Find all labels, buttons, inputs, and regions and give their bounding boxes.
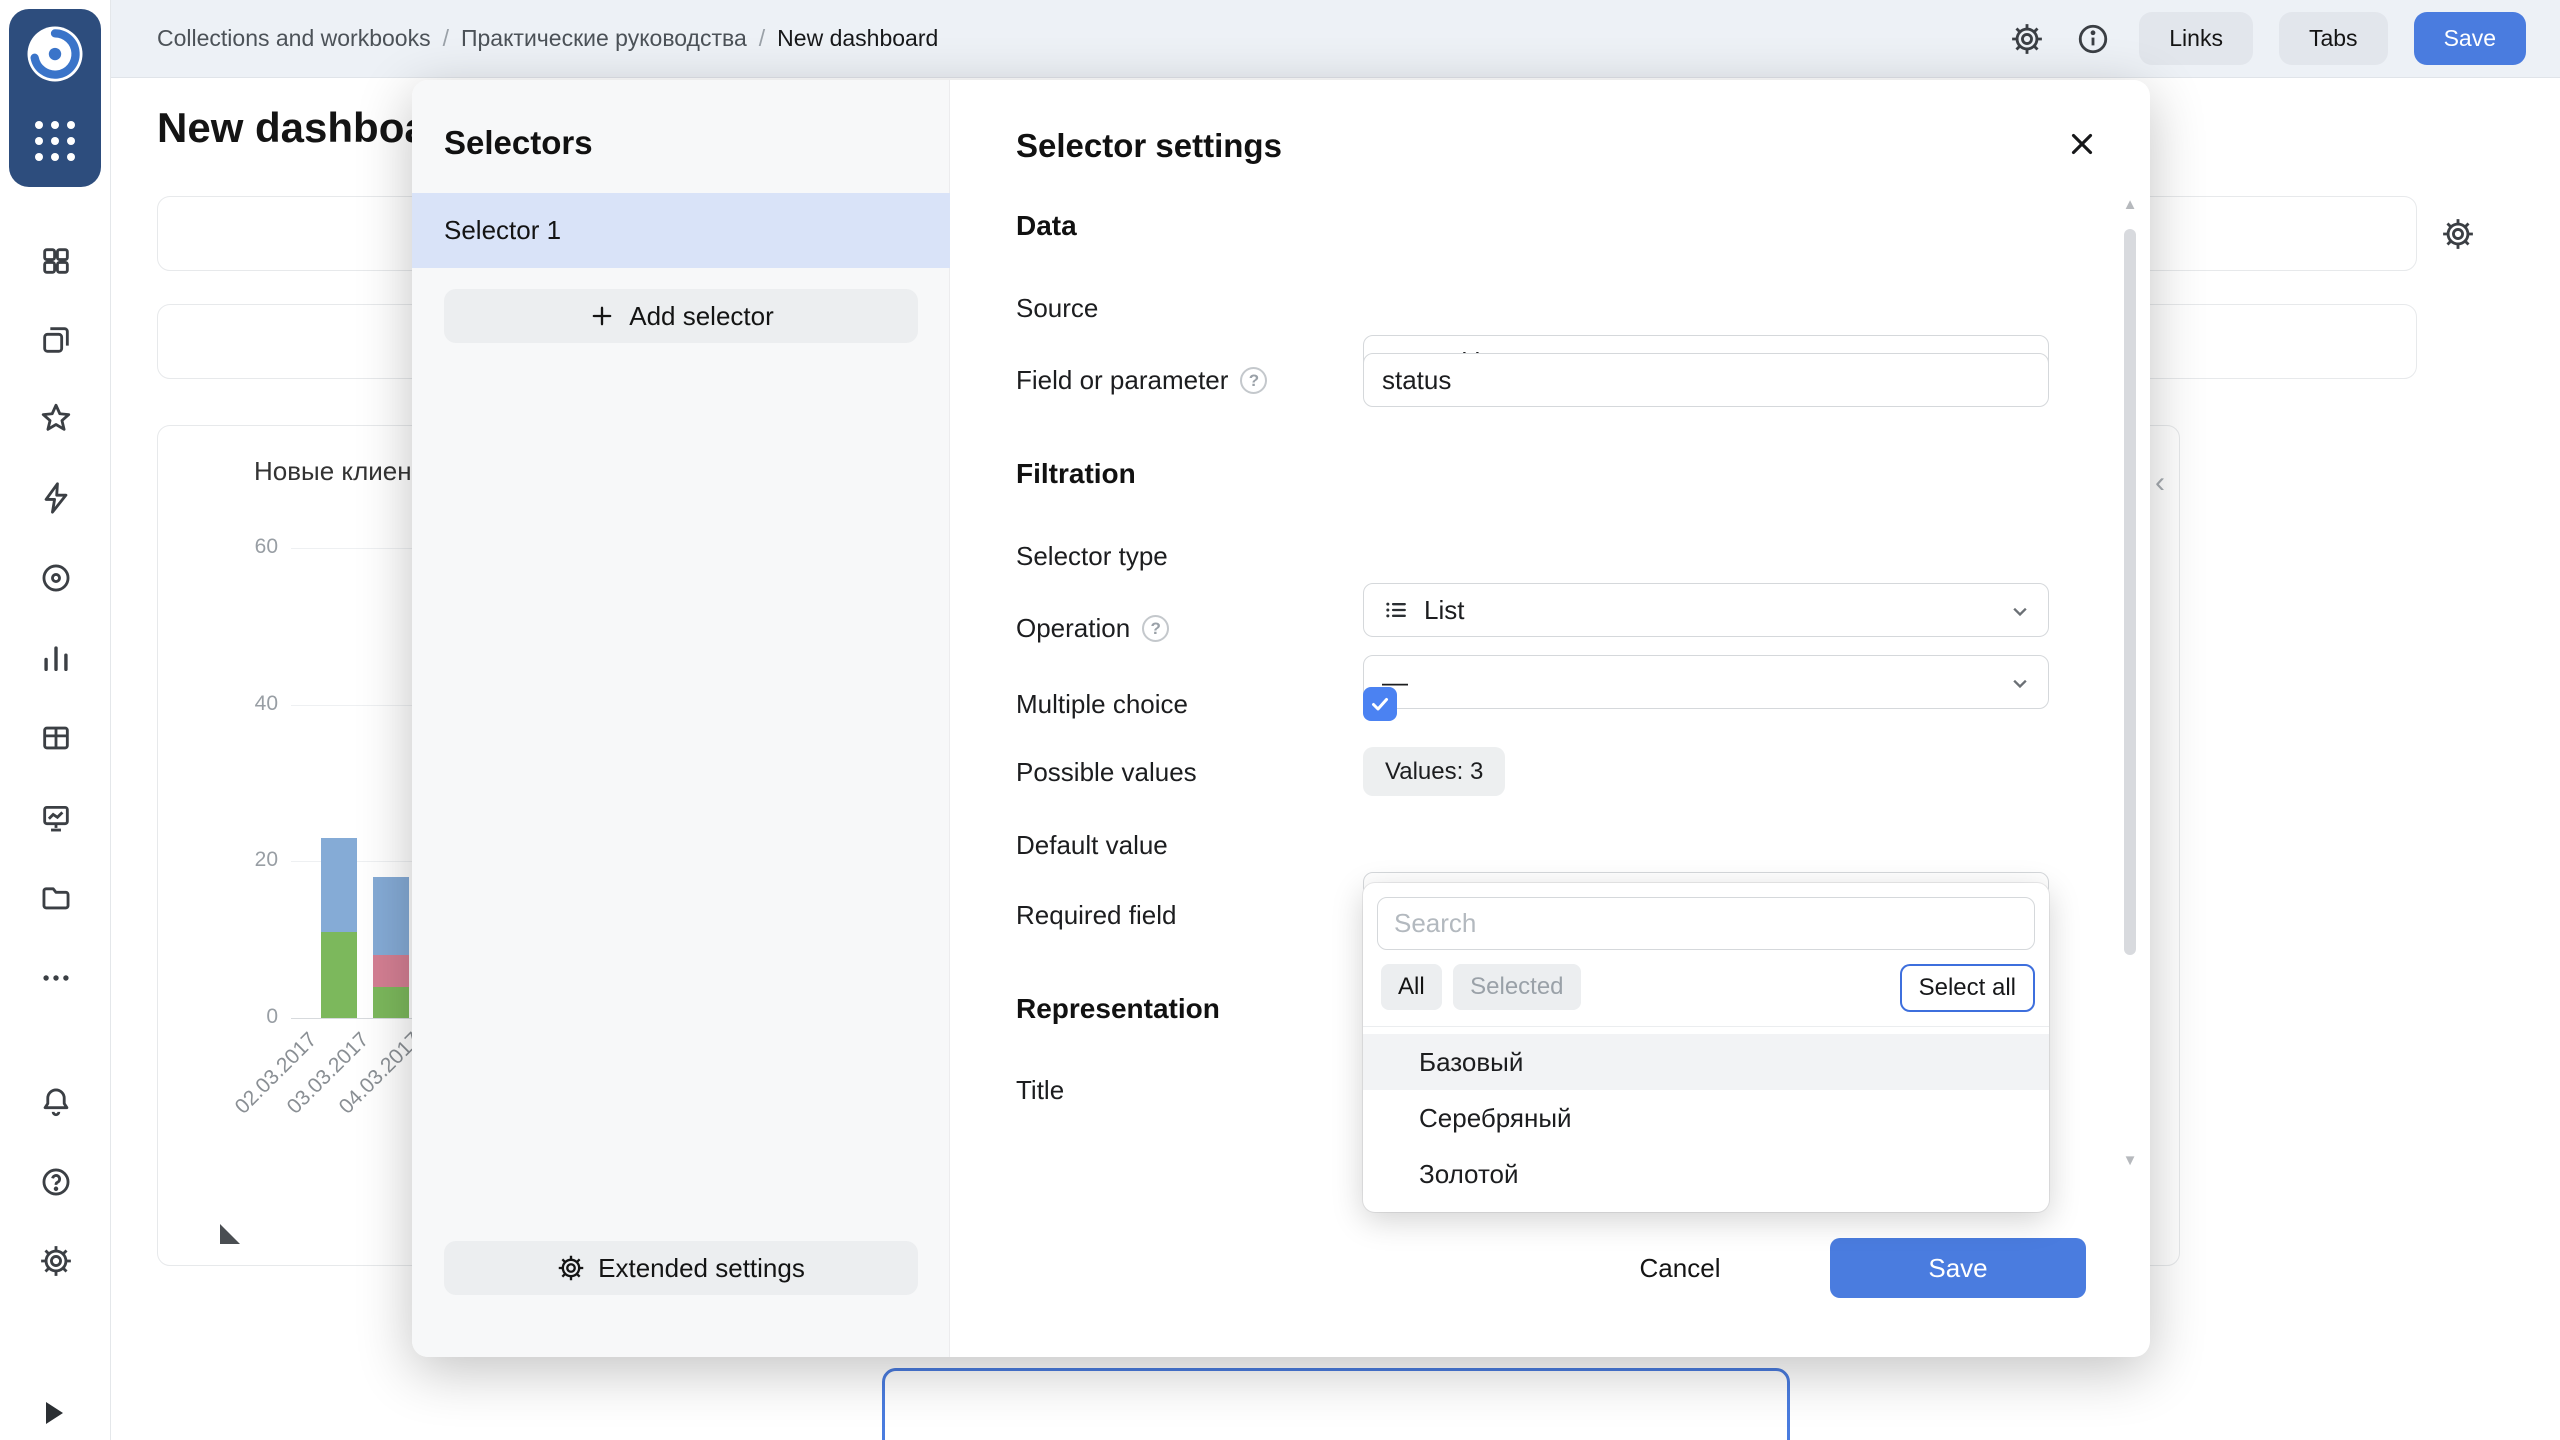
more-icon[interactable] <box>32 954 80 1002</box>
extended-settings-button[interactable]: Extended settings <box>444 1241 918 1295</box>
plus-icon <box>588 302 616 330</box>
operation-row: Operation — <box>1016 601 2086 655</box>
widget-gear-icon[interactable] <box>2431 207 2485 261</box>
bar-segment <box>373 987 409 1018</box>
breadcrumb: Collections and workbooks / Практические… <box>157 25 938 52</box>
selector-type-row: Selector type List <box>1016 529 2086 583</box>
filter-all-tab[interactable]: All <box>1381 964 1442 1010</box>
sidebar <box>0 0 111 1440</box>
representation-section-heading: Representation <box>1016 993 1220 1025</box>
datalens-logo-icon <box>22 21 88 87</box>
extended-settings-label: Extended settings <box>598 1253 805 1284</box>
default-value-label: Default value <box>1016 818 1168 872</box>
scrollbar-thumb[interactable] <box>2124 229 2136 955</box>
required-field-label: Required field <box>1016 888 1176 942</box>
dialog-save-button[interactable]: Save <box>1830 1238 2086 1298</box>
breadcrumb-separator: / <box>443 25 449 52</box>
header-save-button[interactable]: Save <box>2414 12 2526 65</box>
gear-icon <box>557 1254 585 1282</box>
presentations-icon[interactable] <box>32 794 80 842</box>
selected-widget-outline[interactable] <box>882 1368 1790 1440</box>
multiple-choice-label: Multiple choice <box>1016 677 1188 731</box>
divider <box>1363 1026 2049 1027</box>
disc-icon[interactable] <box>32 554 80 602</box>
add-selector-button[interactable]: Add selector <box>444 289 918 343</box>
source-row: Source Manual input <box>1016 281 2086 335</box>
field-label: Field or parameter <box>1016 353 1267 407</box>
apps-grid-icon[interactable] <box>35 121 75 161</box>
bar-segment <box>373 955 409 986</box>
filter-selected-tab[interactable]: Selected <box>1453 964 1580 1010</box>
check-icon <box>1368 692 1392 716</box>
help-icon[interactable] <box>1240 367 1267 394</box>
source-label: Source <box>1016 281 1098 335</box>
workbooks-icon[interactable] <box>32 316 80 364</box>
select-all-button[interactable]: Select all <box>1900 964 2035 1012</box>
header-settings-icon[interactable] <box>2007 19 2047 59</box>
folders-icon[interactable] <box>32 874 80 922</box>
breadcrumb-current: New dashboard <box>777 25 938 52</box>
app-logo[interactable] <box>9 9 101 187</box>
charts-icon[interactable] <box>32 634 80 682</box>
default-value-dropdown: All Selected Select all Базовый Серебрян… <box>1363 883 2049 1212</box>
bar-segment <box>321 838 357 932</box>
selectors-list-panel: Selectors Selector 1 Add selector Extend… <box>412 80 950 1357</box>
top-header: Collections and workbooks / Практические… <box>111 0 2560 78</box>
selectors-dialog: Selectors Selector 1 Add selector Extend… <box>412 80 2150 1357</box>
help-icon[interactable] <box>32 1158 80 1206</box>
filtration-section-heading: Filtration <box>1016 458 1136 490</box>
field-input[interactable] <box>1363 353 2049 407</box>
selectors-panel-title: Selectors <box>444 124 593 162</box>
dashboards-icon[interactable] <box>32 237 80 285</box>
data-section-heading: Data <box>1016 210 1077 242</box>
y-axis-tick: 60 <box>198 535 278 559</box>
default-value-row: Default value Not defined <box>1016 818 2086 872</box>
possible-values-label: Possible values <box>1016 745 1197 799</box>
title-label: Title <box>1016 1063 1064 1117</box>
values-count-chip[interactable]: Values: 3 <box>1363 747 1505 796</box>
links-button[interactable]: Links <box>2139 12 2253 65</box>
favorites-icon[interactable] <box>32 394 80 442</box>
y-axis-tick: 20 <box>198 848 278 872</box>
tables-icon[interactable] <box>32 714 80 762</box>
scroll-up-icon[interactable]: ▲ <box>2118 196 2142 213</box>
operation-label: Operation <box>1016 601 1169 655</box>
help-icon[interactable] <box>1142 615 1169 642</box>
dropdown-option[interactable]: Серебряный <box>1363 1090 2049 1146</box>
y-axis-tick: 0 <box>198 1005 278 1029</box>
breadcrumb-workbook[interactable]: Практические руководства <box>461 25 747 52</box>
selector-settings-panel: Selector settings Data Source Manual inp… <box>950 80 2150 1357</box>
dropdown-option[interactable]: Золотой <box>1363 1146 2049 1202</box>
quick-actions-icon[interactable] <box>32 474 80 522</box>
breadcrumb-separator: / <box>759 25 765 52</box>
notifications-icon[interactable] <box>32 1078 80 1126</box>
widget-resize-handle[interactable] <box>220 1224 240 1244</box>
field-row: Field or parameter <box>1016 353 2086 407</box>
breadcrumb-collections[interactable]: Collections and workbooks <box>157 25 431 52</box>
dropdown-option[interactable]: Базовый <box>1363 1034 2049 1090</box>
bar-segment <box>321 932 357 1018</box>
add-selector-label: Add selector <box>629 301 774 332</box>
multiple-choice-row: Multiple choice <box>1016 677 2086 731</box>
selector-item-label: Selector 1 <box>444 215 561 246</box>
expand-sidebar-icon[interactable] <box>46 1402 63 1424</box>
settings-panel-title: Selector settings <box>1016 127 1282 165</box>
dropdown-filter-row: All Selected Select all <box>1381 964 2035 1012</box>
scroll-down-icon[interactable]: ▼ <box>2118 1152 2142 1169</box>
y-axis-tick: 40 <box>198 692 278 716</box>
search-input[interactable] <box>1377 897 2035 950</box>
selector-type-label: Selector type <box>1016 529 1168 583</box>
bar-segment <box>373 877 409 955</box>
tabs-button[interactable]: Tabs <box>2279 12 2388 65</box>
header-info-icon[interactable] <box>2073 19 2113 59</box>
cancel-button[interactable]: Cancel <box>1600 1241 1760 1295</box>
settings-icon[interactable] <box>32 1237 80 1285</box>
selector-list-item[interactable]: Selector 1 <box>412 193 950 268</box>
possible-values-row: Possible values Values: 3 <box>1016 745 2086 799</box>
multiple-choice-checkbox[interactable] <box>1363 687 1397 721</box>
close-icon[interactable] <box>2058 120 2106 168</box>
